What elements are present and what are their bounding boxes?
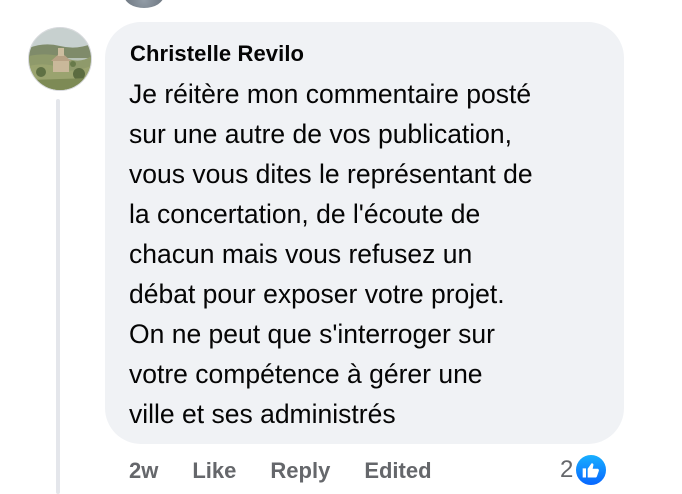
thumbs-up-icon[interactable] [574, 453, 609, 487]
edited-label[interactable]: Edited [364, 458, 431, 484]
comment-timestamp[interactable]: 2w [129, 458, 158, 484]
reply-button[interactable]: Reply [270, 458, 330, 484]
comment-text: Je réitère mon commentaire posté sur une… [129, 79, 533, 429]
reaction-summary[interactable]: 2 [560, 452, 609, 488]
comment-bubble: Christelle Revilo Je réitère mon comment… [105, 22, 624, 444]
avatar[interactable] [28, 27, 92, 91]
thread-line [56, 99, 60, 494]
like-button[interactable]: Like [192, 458, 236, 484]
previous-avatar[interactable] [124, 0, 164, 8]
comment-thread: Christelle Revilo Je réitère mon comment… [0, 0, 682, 494]
avatar-photo [29, 28, 91, 90]
comment-author[interactable]: Christelle Revilo [130, 40, 600, 68]
reaction-count[interactable]: 2 [560, 456, 573, 484]
thumbs-up-glyph [583, 463, 600, 478]
comment-actions: 2w Like Reply Edited [129, 455, 432, 487]
